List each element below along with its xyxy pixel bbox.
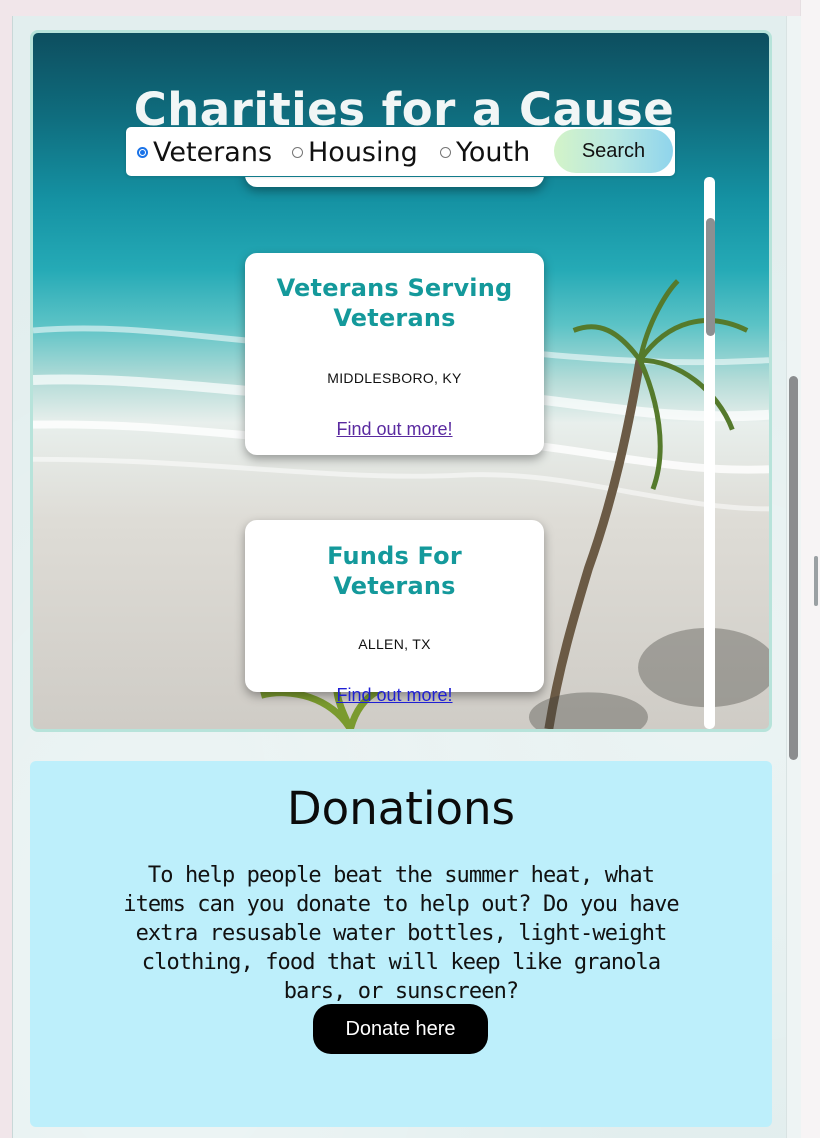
outer-scroll-indicator[interactable] — [814, 556, 818, 606]
radio-label-housing: Housing — [308, 136, 418, 168]
charity-name: Veterans Serving Veterans — [276, 274, 513, 332]
charity-card: Veterans Serving Veterans MIDDLESBORO, K… — [245, 253, 544, 455]
donate-button[interactable]: Donate here — [313, 1004, 488, 1054]
find-out-more-link[interactable]: Find out more! — [336, 419, 452, 440]
search-button[interactable]: Search — [554, 129, 673, 173]
find-out-more-link[interactable]: Find out more! — [336, 685, 452, 706]
charity-location: ALLEN, TX — [358, 636, 431, 652]
category-filter-bar: Veterans Housing Youth Search — [126, 127, 675, 176]
radio-youth[interactable]: Youth — [440, 135, 530, 169]
donations-description: To help people beat the summer heat, wha… — [123, 863, 679, 1004]
page-scrollbar-thumb[interactable] — [789, 376, 798, 760]
radio-unchecked-icon[interactable] — [440, 146, 451, 158]
radio-veterans[interactable]: Veterans — [137, 135, 272, 169]
radio-label-youth: Youth — [456, 136, 531, 168]
radio-unchecked-icon[interactable] — [292, 146, 303, 158]
charity-card-partial — [245, 177, 544, 187]
list-scrollbar-thumb[interactable] — [706, 218, 715, 336]
donations-section: Donations To help people beat the summer… — [30, 761, 772, 1127]
charity-card: Funds For Veterans ALLEN, TX Find out mo… — [245, 520, 544, 705]
charity-location: MIDDLESBORO, KY — [327, 370, 462, 386]
charity-name: Funds For Veterans — [327, 542, 462, 600]
donations-heading: Donations — [287, 782, 515, 835]
charity-list[interactable]: Veterans Serving Veterans MIDDLESBORO, K… — [30, 177, 720, 729]
radio-checked-icon[interactable] — [137, 146, 148, 158]
radio-housing[interactable]: Housing — [292, 135, 418, 169]
radio-label-veterans: Veterans — [153, 136, 273, 168]
